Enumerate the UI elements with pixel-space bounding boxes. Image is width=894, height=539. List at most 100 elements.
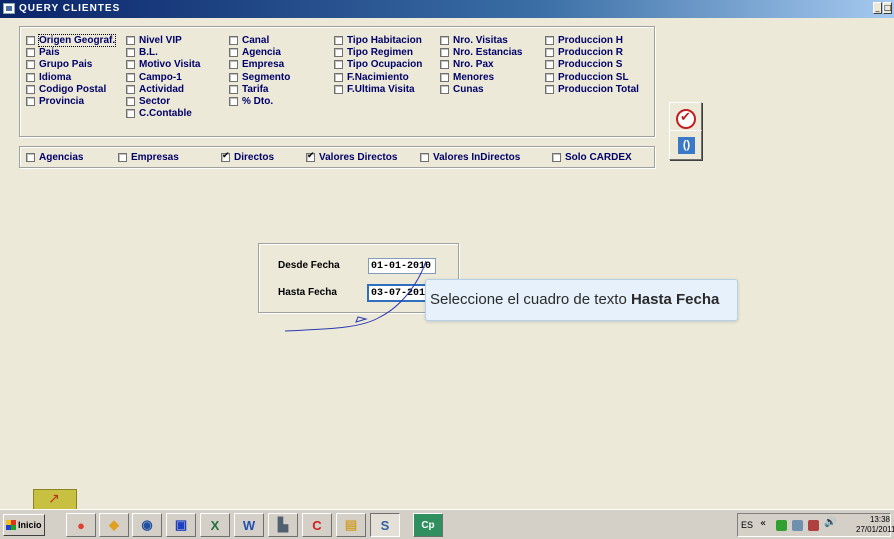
app-sm-icon[interactable]: S xyxy=(370,513,400,537)
field-checkbox-produccion-s[interactable]: Produccion S xyxy=(545,59,622,70)
checkbox-box[interactable] xyxy=(26,72,35,82)
field-checkbox-empresa[interactable]: Empresa xyxy=(229,59,284,70)
checkbox-box[interactable] xyxy=(334,36,343,45)
field-checkbox-tipo-habitacion[interactable]: Tipo Habitacion xyxy=(334,35,422,46)
checkbox-box[interactable] xyxy=(334,72,343,82)
chrome-icon[interactable]: ● xyxy=(66,513,96,537)
option-checkbox-agencias[interactable]: Agencias xyxy=(26,152,83,163)
security-tray-icon[interactable] xyxy=(808,520,819,531)
field-checkbox-pais[interactable]: Pais xyxy=(26,47,60,58)
checkbox-box[interactable] xyxy=(306,151,315,162)
checkbox-box[interactable] xyxy=(221,151,230,162)
field-checkbox-tarifa[interactable]: Tarifa xyxy=(229,84,269,95)
checkbox-box[interactable] xyxy=(229,84,238,94)
checkbox-box[interactable] xyxy=(334,60,343,70)
option-checkbox-empresas[interactable]: Empresas xyxy=(118,152,179,163)
field-checkbox-c-contable[interactable]: C.Contable xyxy=(126,108,192,119)
checkbox-box[interactable] xyxy=(334,84,343,94)
checkbox-box[interactable] xyxy=(440,36,449,45)
field-checkbox-cunas[interactable]: Cunas xyxy=(440,84,484,95)
checkbox-box[interactable] xyxy=(126,60,135,70)
field-checkbox-canal[interactable]: Canal xyxy=(229,35,269,46)
maximize-button[interactable]: □ xyxy=(883,2,892,14)
option-checkbox-solo-cardex[interactable]: Solo CARDEX xyxy=(552,152,632,163)
field-checkbox-segmento[interactable]: Segmento xyxy=(229,72,290,83)
checkbox-box[interactable] xyxy=(440,60,449,70)
field-checkbox-motivo-visita[interactable]: Motivo Visita xyxy=(126,59,201,70)
field-checkbox-actividad[interactable]: Actividad xyxy=(126,84,184,95)
checkbox-box[interactable] xyxy=(26,36,35,45)
checkbox-box[interactable] xyxy=(229,60,238,70)
chevron-up-icon[interactable]: « xyxy=(760,518,766,529)
checkbox-box[interactable] xyxy=(229,72,238,82)
checkbox-box[interactable] xyxy=(26,97,35,106)
checkbox-box[interactable] xyxy=(126,84,135,94)
field-checkbox-idioma[interactable]: Idioma xyxy=(26,72,71,83)
checkbox-box[interactable] xyxy=(26,153,35,162)
checkbox-box[interactable] xyxy=(126,109,135,119)
checkbox-box[interactable] xyxy=(229,97,238,106)
checkbox-box[interactable] xyxy=(440,72,449,82)
volume-icon[interactable]: 🔊 xyxy=(824,517,836,528)
clock[interactable]: 13:38 27/01/2011 xyxy=(856,515,894,535)
checkbox-box[interactable] xyxy=(229,48,238,58)
checkbox-box[interactable] xyxy=(118,153,127,162)
checkbox-box[interactable] xyxy=(229,36,238,45)
word-icon[interactable]: W xyxy=(234,513,264,537)
field-checkbox-nro-pax[interactable]: Nro. Pax xyxy=(440,59,494,70)
tray-app-icon[interactable] xyxy=(776,520,787,531)
checkbox-box[interactable] xyxy=(26,60,35,70)
folder-icon[interactable]: ▤ xyxy=(336,513,366,537)
field-checkbox-tipo-regimen[interactable]: Tipo Regimen xyxy=(334,47,413,58)
checkbox-box[interactable] xyxy=(552,153,561,162)
field-checkbox-grupo-pais[interactable]: Grupo Pais xyxy=(26,59,92,70)
field-checkbox-dto[interactable]: % Dto. xyxy=(229,96,273,107)
field-checkbox-codigo-postal[interactable]: Codigo Postal xyxy=(26,84,106,95)
checkbox-box[interactable] xyxy=(420,153,429,162)
field-checkbox-nivel-vip[interactable]: Nivel VIP xyxy=(126,35,182,46)
field-checkbox-produccion-total[interactable]: Produccion Total xyxy=(545,84,639,95)
field-checkbox-agencia[interactable]: Agencia xyxy=(229,47,281,58)
field-checkbox-nro-estancias[interactable]: Nro. Estancias xyxy=(440,47,522,58)
checkbox-box[interactable] xyxy=(334,48,343,58)
checkbox-box[interactable] xyxy=(26,84,35,94)
save-disk-icon[interactable]: ▣ xyxy=(166,513,196,537)
network-icon[interactable]: ▙ xyxy=(268,513,298,537)
explorer-icon[interactable]: ◆ xyxy=(99,513,129,537)
language-indicator[interactable]: ES xyxy=(741,520,753,530)
field-checkbox-menores[interactable]: Menores xyxy=(440,72,494,83)
checkbox-box[interactable] xyxy=(545,84,554,94)
clear-button[interactable]: () xyxy=(669,130,702,160)
checkbox-box[interactable] xyxy=(126,36,135,45)
checkbox-box[interactable] xyxy=(545,60,554,70)
thunderbird-icon[interactable]: ◉ xyxy=(132,513,162,537)
field-checkbox-origen-geograf[interactable]: Origen Geograf. xyxy=(26,34,117,47)
checkbox-box[interactable] xyxy=(545,36,554,45)
option-checkbox-valores-indirectos[interactable]: Valores InDirectos xyxy=(420,152,520,163)
excel-icon[interactable]: X xyxy=(200,513,230,537)
minimize-button[interactable]: _ xyxy=(873,2,882,14)
field-checkbox-produccion-h[interactable]: Produccion H xyxy=(545,35,623,46)
field-checkbox-b-l[interactable]: B.L. xyxy=(126,47,158,58)
checkbox-box[interactable] xyxy=(440,48,449,58)
field-checkbox-produccion-r[interactable]: Produccion R xyxy=(545,47,623,58)
option-checkbox-directos[interactable]: Directos xyxy=(221,151,274,163)
field-checkbox-campo-1[interactable]: Campo-1 xyxy=(126,72,182,83)
checkbox-box[interactable] xyxy=(26,48,35,58)
field-checkbox-provincia[interactable]: Provincia xyxy=(26,96,84,107)
checkbox-box[interactable] xyxy=(440,84,449,94)
field-checkbox-tipo-ocupacion[interactable]: Tipo Ocupacion xyxy=(334,59,422,70)
network-tray-icon[interactable] xyxy=(792,520,803,531)
field-checkbox-nro-visitas[interactable]: Nro. Visitas xyxy=(440,35,508,46)
checkbox-box[interactable] xyxy=(126,48,135,58)
field-checkbox-sector[interactable]: Sector xyxy=(126,96,170,107)
checkbox-box[interactable] xyxy=(545,48,554,58)
field-checkbox-produccion-sl[interactable]: Produccion SL xyxy=(545,72,629,83)
checkbox-box[interactable] xyxy=(126,97,135,106)
start-button[interactable]: Inicio xyxy=(3,514,45,536)
field-checkbox-f-nacimiento[interactable]: F.Nacimiento xyxy=(334,72,409,83)
app-status-icon[interactable] xyxy=(33,489,77,511)
option-checkbox-valores-directos[interactable]: Valores Directos xyxy=(306,151,397,163)
checkbox-box[interactable] xyxy=(126,72,135,82)
ccleaner-icon[interactable]: C xyxy=(302,513,332,537)
